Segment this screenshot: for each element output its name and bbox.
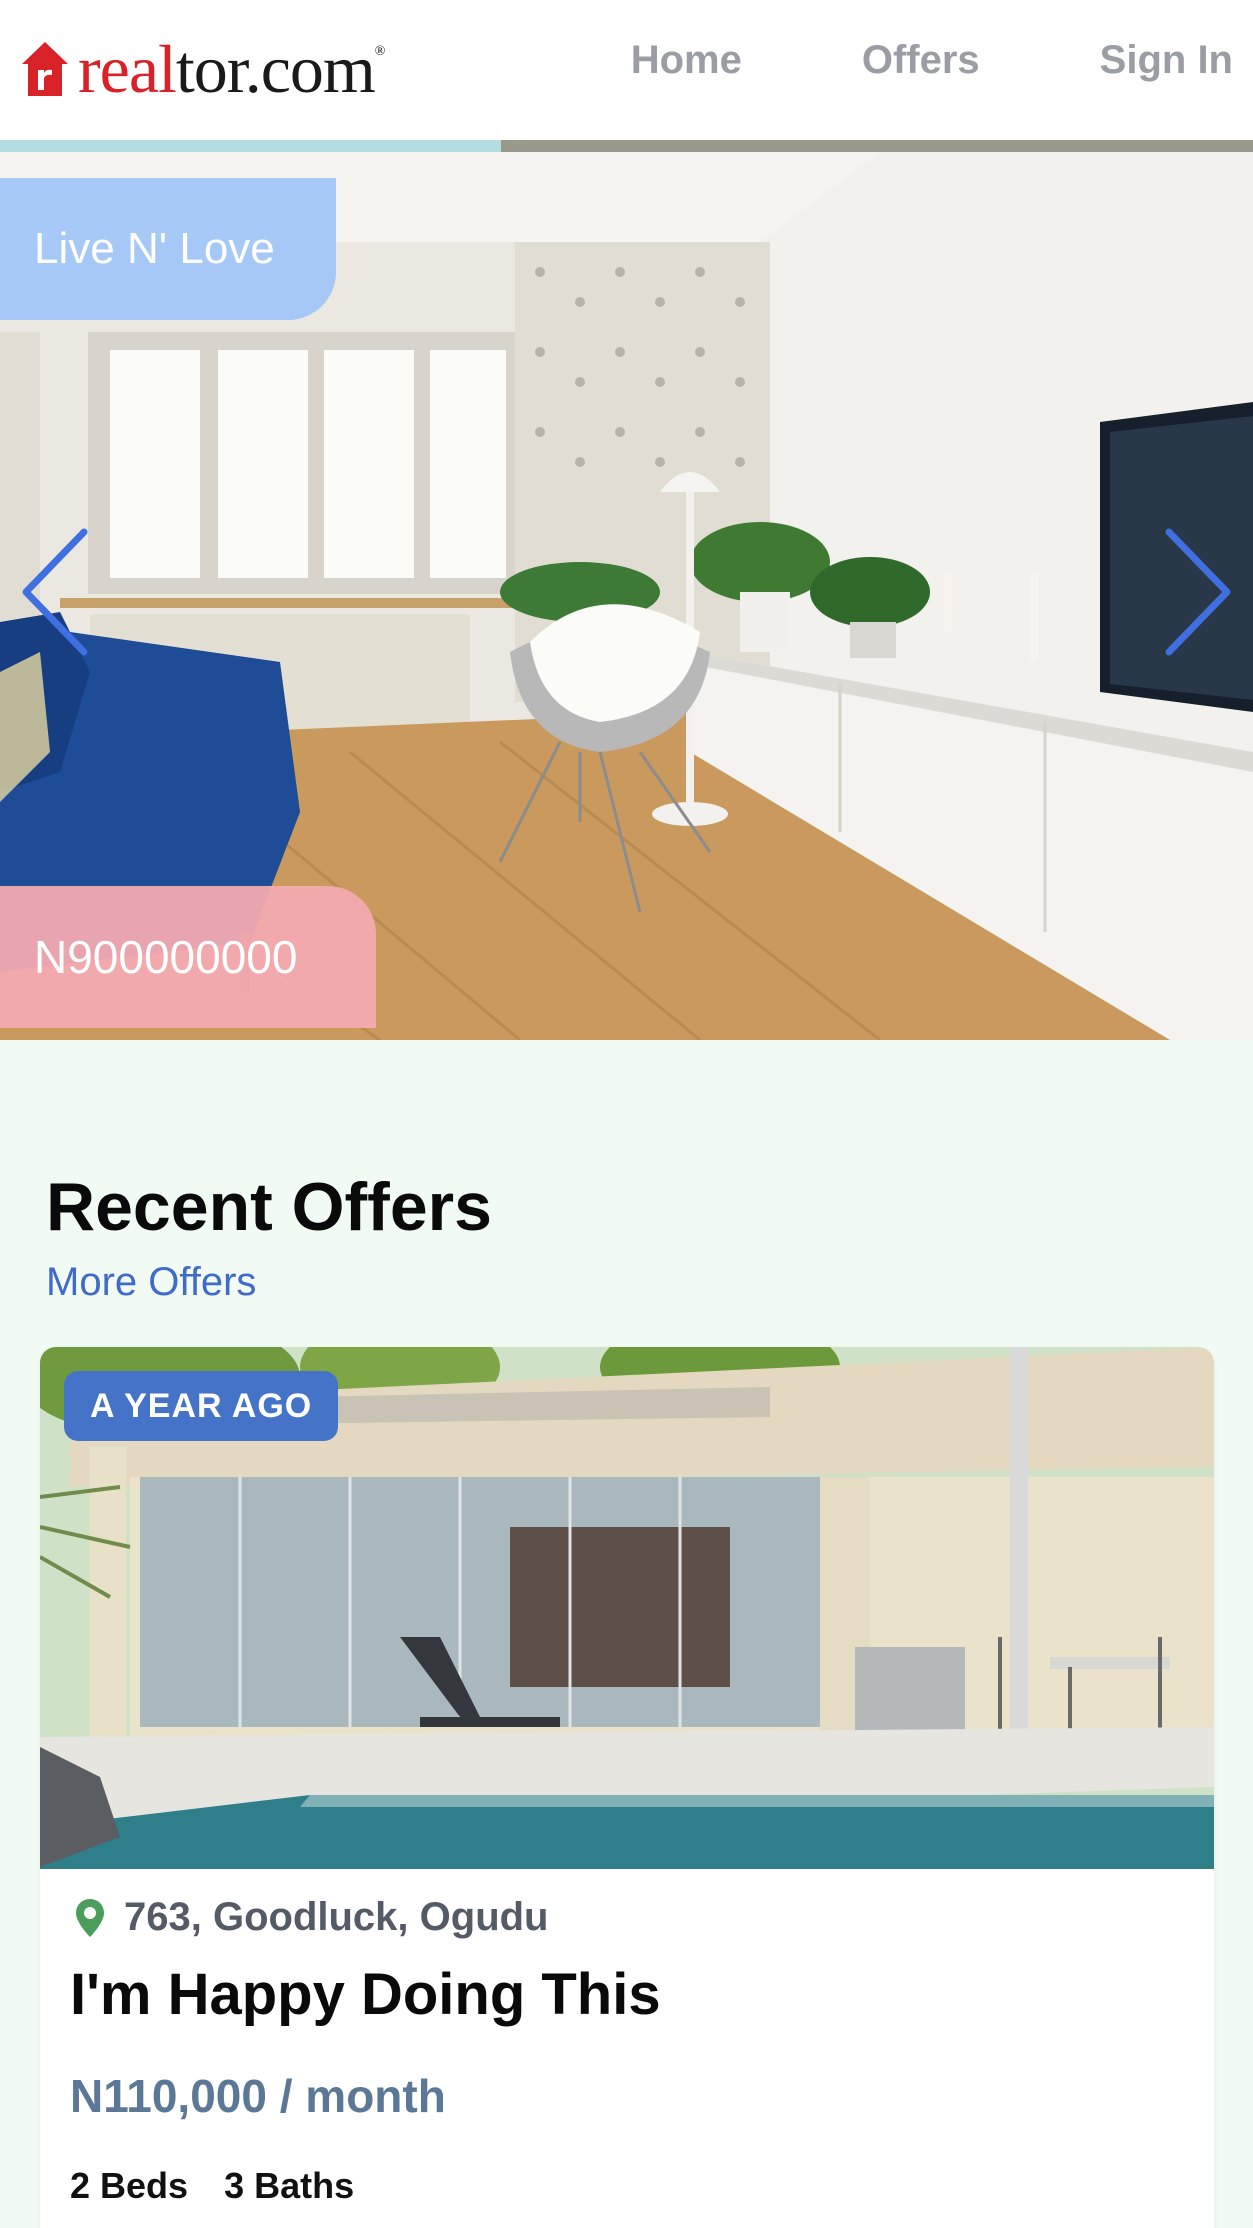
offer-card[interactable]: A YEAR AGO 763, Goodluck, Ogudu I'm Happ… bbox=[40, 1347, 1214, 2228]
logo-text: realtor.com® bbox=[78, 35, 386, 103]
offer-location: 763, Goodluck, Ogudu bbox=[74, 1895, 549, 1940]
location-pin-icon bbox=[76, 1898, 104, 1937]
slide-tag: Live N' Love bbox=[0, 178, 336, 320]
slider-progress-fill bbox=[0, 140, 502, 152]
realtor-logo[interactable]: realtor.com® bbox=[20, 34, 386, 104]
nav-home[interactable]: Home bbox=[631, 38, 742, 83]
offer-age-badge: A YEAR AGO bbox=[64, 1371, 339, 1441]
house-logo-icon bbox=[22, 42, 68, 96]
logo-registered-mark: ® bbox=[374, 44, 386, 59]
offer-beds: 2 Beds bbox=[70, 2165, 189, 2206]
logo-text-real: real bbox=[78, 31, 177, 107]
recent-offers-title: Recent Offers bbox=[46, 1169, 492, 1245]
chevron-right-icon[interactable] bbox=[1157, 522, 1237, 662]
top-header: realtor.com® Home Offers Sign In bbox=[0, 0, 1253, 140]
slider-progress-bar bbox=[0, 140, 1253, 152]
offer-location-text: 763, Goodluck, Ogudu bbox=[124, 1895, 549, 1939]
offer-price: N110,000 / month bbox=[70, 2070, 446, 2122]
nav-offers[interactable]: Offers bbox=[862, 38, 980, 83]
offer-baths: 3 Baths bbox=[224, 2165, 355, 2206]
more-offers-link[interactable]: More Offers bbox=[46, 1260, 256, 1305]
logo-text-tor: tor.com bbox=[175, 31, 376, 107]
slide-price: N900000000 bbox=[0, 886, 376, 1028]
nav-sign-in[interactable]: Sign In bbox=[1100, 38, 1233, 83]
offer-specs: 2 Beds 3 Baths bbox=[70, 2165, 354, 2207]
hero-slider[interactable]: Live N' Love N900000000 bbox=[0, 152, 1253, 1040]
chevron-left-icon[interactable] bbox=[16, 522, 96, 662]
offer-title[interactable]: I'm Happy Doing This bbox=[70, 1961, 661, 2028]
main-nav: Home Offers Sign In bbox=[631, 38, 1233, 83]
